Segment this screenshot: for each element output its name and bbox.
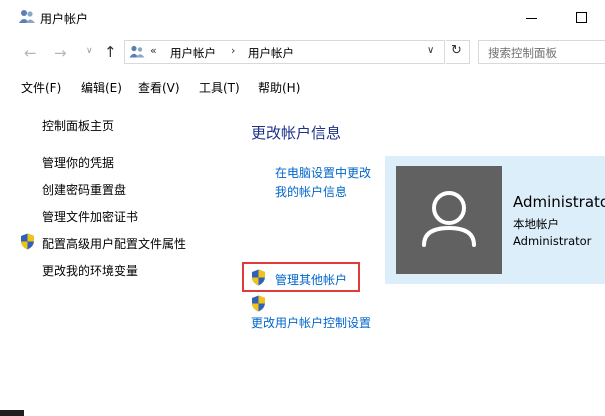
breadcrumb-separator-icon[interactable]: ›: [231, 44, 235, 57]
page-title: 更改帐户信息: [251, 124, 342, 142]
menu-view[interactable]: 查看(V): [138, 79, 180, 96]
menu-file[interactable]: 文件(F): [21, 79, 61, 96]
breadcrumb-item[interactable]: 用户帐户: [248, 45, 294, 61]
title-bar: [0, 0, 605, 36]
breadcrumb-overflow-icon[interactable]: «: [150, 44, 157, 57]
environment-variables-link[interactable]: 更改我的环境变量: [42, 262, 138, 279]
uac-shield-icon: [252, 295, 265, 312]
address-dropdown-icon[interactable]: ∨: [427, 45, 434, 56]
create-reset-disk-link[interactable]: 创建密码重置盘: [42, 181, 126, 198]
manage-other-accounts-link[interactable]: 管理其他帐户: [275, 271, 347, 290]
users-icon: [129, 45, 145, 58]
control-panel-home-link[interactable]: 控制面板主页: [42, 117, 114, 134]
account-type: 本地帐户: [513, 217, 559, 231]
back-arrow-icon[interactable]: ←: [24, 44, 37, 62]
refresh-icon[interactable]: ↻: [451, 43, 462, 58]
uac-settings-link[interactable]: 更改用户帐户控制设置: [251, 314, 371, 333]
manage-encryption-cert-link[interactable]: 管理文件加密证书: [42, 208, 138, 225]
minimize-button[interactable]: [518, 4, 546, 32]
up-arrow-icon[interactable]: ↑: [104, 43, 117, 61]
breadcrumb-item[interactable]: 用户帐户: [170, 45, 216, 61]
recent-locations-chevron-icon[interactable]: ∨: [86, 46, 93, 56]
avatar[interactable]: [396, 166, 502, 274]
window-title: 用户帐户: [40, 12, 89, 26]
advanced-profile-properties-link[interactable]: 配置高级用户配置文件属性: [42, 235, 186, 252]
users-icon: [19, 10, 35, 23]
pc-settings-account-link[interactable]: 在电脑设置中更改我的帐户信息: [275, 164, 375, 202]
uac-shield-icon: [21, 233, 34, 250]
account-group: Administrator: [513, 234, 592, 248]
search-placeholder[interactable]: 搜索控制面板: [488, 45, 557, 61]
account-name: Administrator: [513, 193, 605, 211]
menu-help[interactable]: 帮助(H): [258, 79, 300, 96]
maximize-button[interactable]: [568, 4, 596, 32]
window-frame-edge: [0, 410, 24, 416]
manage-credentials-link[interactable]: 管理你的凭据: [42, 154, 114, 171]
menu-edit[interactable]: 编辑(E): [81, 79, 122, 96]
menu-tools[interactable]: 工具(T): [199, 79, 240, 96]
user-avatar-icon: [422, 191, 476, 247]
uac-shield-icon: [252, 269, 265, 286]
forward-arrow-icon[interactable]: →: [54, 44, 67, 62]
